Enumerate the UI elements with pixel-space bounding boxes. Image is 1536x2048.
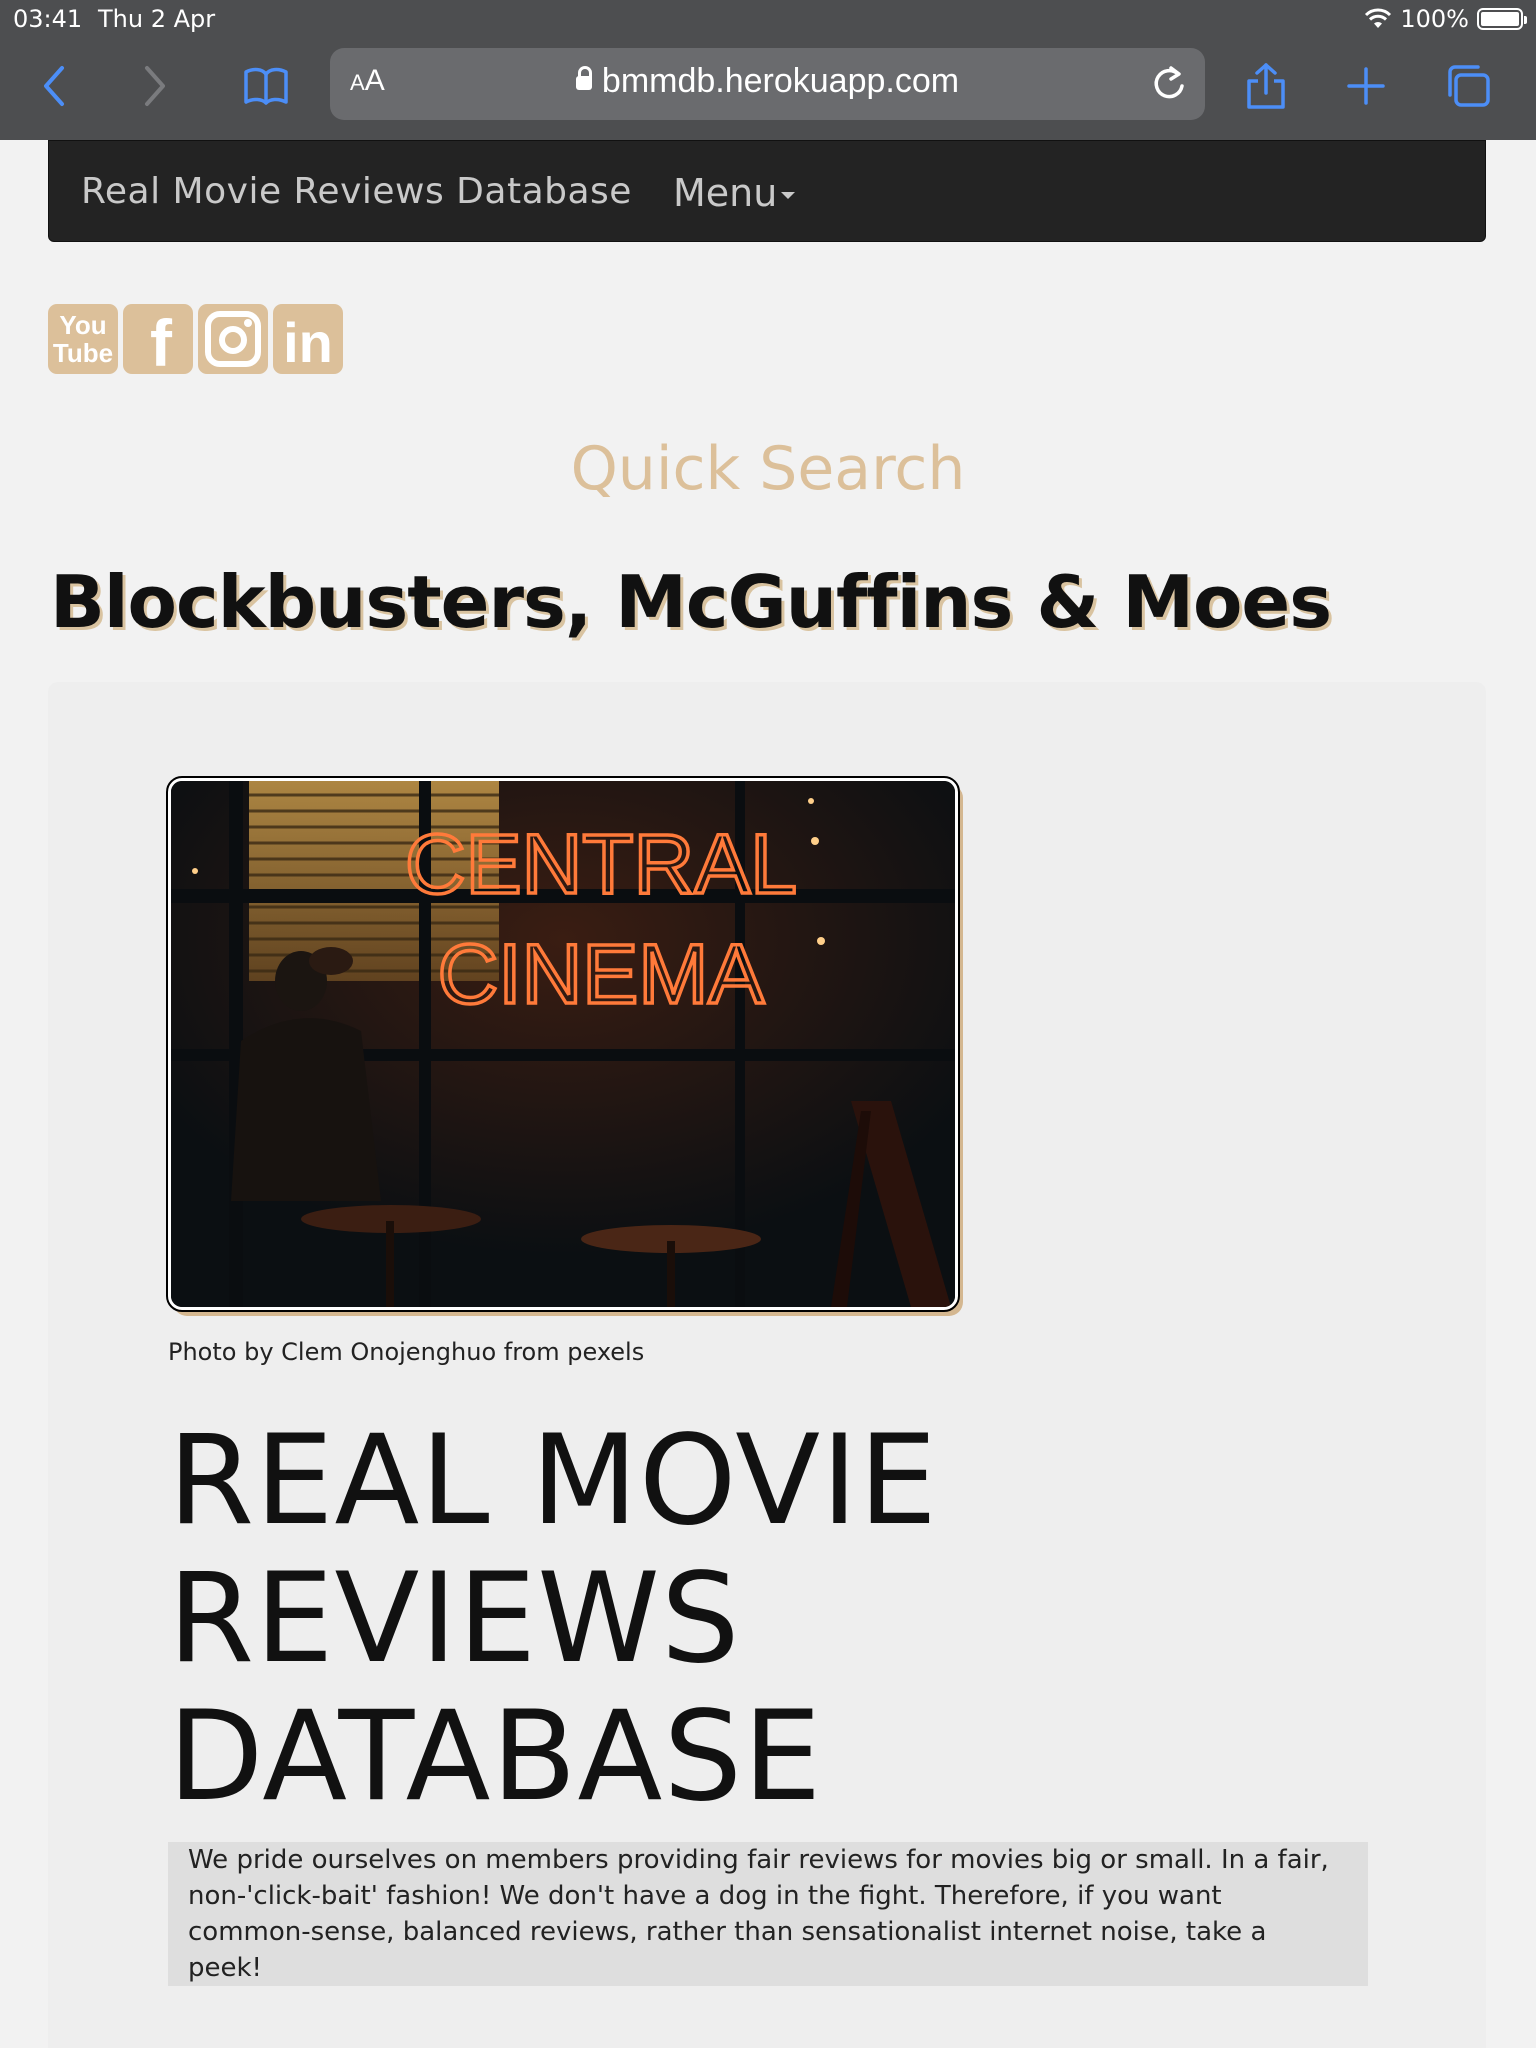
url-text: bmmdb.herokuapp.com — [601, 62, 960, 100]
status-bar: 03:41 Thu 2 Apr 100% — [0, 0, 1536, 40]
status-date: Thu 2 Apr — [98, 5, 216, 33]
cinema-photo: CENTRAL CINEMA — [171, 781, 955, 1307]
status-time: 03:41 — [13, 5, 83, 33]
reload-icon — [1154, 66, 1184, 99]
new-tab-icon — [1347, 67, 1385, 105]
lock-icon — [575, 66, 592, 90]
wifi-icon — [1365, 8, 1392, 28]
address-bar[interactable]: AA bmmdb.herokuapp.com — [330, 48, 1205, 120]
menu-label: Menu — [673, 171, 778, 215]
back-button[interactable] — [27, 58, 83, 114]
bookmarks-button[interactable] — [238, 58, 294, 114]
caret-down-icon — [781, 192, 796, 199]
status-indicators: 100% — [1364, 5, 1527, 33]
neon-sign-line2: CINEMA — [438, 927, 765, 1021]
site-navbar: Real Movie Reviews Database Menu — [48, 140, 1486, 242]
youtube-logo-you: You — [59, 310, 106, 340]
facebook-icon: f — [150, 306, 173, 374]
instagram-icon — [205, 311, 261, 367]
photo-credit: Photo by Clem Onojenghuo from pexels — [168, 1338, 645, 1366]
share-button[interactable] — [1238, 58, 1294, 114]
hero-title: REAL MOVIE REVIEWS DATABASE — [168, 1412, 1268, 1826]
new-tab-button[interactable] — [1338, 58, 1394, 114]
menu-dropdown-toggle[interactable]: Menu — [673, 171, 796, 215]
browser-chrome: 03:41 Thu 2 Apr 100% AA bmmdb.herokuapp.… — [0, 0, 1536, 140]
hero-title-line: DATABASE — [168, 1685, 823, 1829]
forward-button[interactable] — [126, 58, 182, 114]
back-icon — [44, 66, 64, 106]
battery-percent: 100% — [1400, 5, 1469, 33]
reload-button[interactable] — [1145, 60, 1193, 108]
forward-icon — [145, 66, 165, 106]
hero-lead-text: We pride ourselves on members providing … — [168, 1842, 1368, 1986]
bookmarks-icon — [244, 67, 288, 105]
site-title: Blockbusters, McGuffins & Moes — [50, 560, 1332, 644]
quick-search-label: uick Search — [617, 434, 966, 504]
facebook-link[interactable]: f — [123, 304, 193, 374]
youtube-icon: You Tube — [53, 310, 113, 368]
facebook-glyph: f — [150, 306, 173, 374]
linkedin-icon: in — [283, 311, 333, 374]
hero-title-line: REAL MOVIE — [168, 1409, 938, 1553]
tabs-icon — [1448, 65, 1490, 107]
quick-search-link[interactable]: Quick Search — [0, 434, 1536, 504]
neon-sign-line1: CENTRAL — [405, 817, 797, 911]
battery-fill — [1481, 12, 1519, 26]
tabs-button[interactable] — [1440, 58, 1496, 114]
hero-title-line: REVIEWS — [168, 1547, 741, 1691]
share-icon — [1247, 63, 1285, 109]
quick-search-first-letter: Q — [570, 434, 618, 504]
instagram-link[interactable] — [198, 304, 268, 374]
youtube-logo-tube: Tube — [53, 338, 113, 368]
navbar-brand[interactable]: Real Movie Reviews Database — [81, 171, 632, 212]
linkedin-link[interactable]: in — [273, 304, 343, 374]
linkedin-glyph: in — [283, 311, 333, 374]
youtube-link[interactable]: You Tube — [48, 304, 118, 374]
hero-photo: CENTRAL CINEMA — [166, 776, 960, 1312]
battery-icon — [1477, 8, 1527, 30]
url-display[interactable]: bmmdb.herokuapp.com — [330, 62, 1205, 101]
